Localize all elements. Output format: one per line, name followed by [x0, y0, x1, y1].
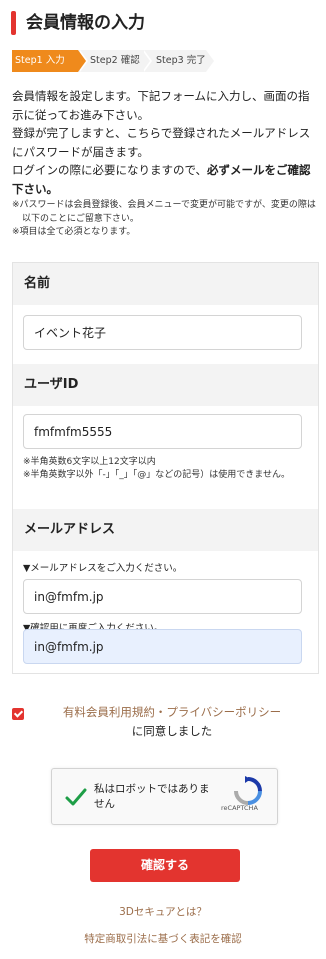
userid-hints: ※半角英数6文字以上12文字以内 ※半角英数字以外「-」「_」「@」などの記号）… — [23, 456, 308, 482]
notes: ※パスワードは会員登録後、会員メニューで変更が可能ですが、変更の際は以下のことに… — [12, 199, 318, 240]
agreement-row: 有料会員利用規約・プライバシーポリシー に同意しました — [12, 703, 316, 739]
recaptcha-label: 私はロボットではありません — [94, 783, 210, 810]
intro-text: 会員情報を設定します。下記フォームに入力し、画面の指示に従ってお進み下さい。 登… — [12, 87, 316, 198]
email-section-header: メールアドレス — [13, 509, 318, 551]
intro-line-3-prefix: ログインの際に必要になりますので、 — [12, 163, 208, 177]
3d-secure-link[interactable]: 3Dセキュアとは？ — [0, 904, 326, 919]
userid-section-header: ユーザID — [13, 364, 318, 406]
userid-input[interactable] — [23, 414, 302, 449]
agreement-checkbox[interactable] — [12, 708, 24, 720]
email-input[interactable] — [23, 579, 302, 614]
commercial-law-link[interactable]: 特定商取引法に基づく表記を確認 — [0, 931, 326, 946]
name-section-header: 名前 — [13, 263, 318, 305]
name-input[interactable] — [23, 315, 302, 350]
privacy-policy-link[interactable]: プライバシーポリシー — [166, 705, 281, 719]
email-instruction: ▼メールアドレスをご入力ください。 — [23, 563, 183, 574]
member-form: 名前 ユーザID ※半角英数6文字以上12文字以内 ※半角英数字以外「-」「_」… — [12, 262, 319, 674]
page-header: 会員情報の入力 — [0, 0, 326, 44]
agreement-suffix: に同意しました — [131, 724, 213, 738]
userid-hint-length: ※半角英数6文字以上12文字以内 — [23, 457, 156, 467]
title-accent-bar — [11, 11, 16, 35]
recaptcha-brand: reCAPTCHA — [221, 804, 258, 812]
step-1-input: Step1 入力 — [12, 50, 88, 72]
step-indicator: Step1 入力 Step2 確認 Step3 完了 — [12, 50, 216, 72]
intro-line-1: 会員情報を設定します。下記フォームに入力し、画面の指示に従ってお進み下さい。 — [12, 89, 310, 122]
agreement-text: 有料会員利用規約・プライバシーポリシー に同意しました — [28, 703, 316, 741]
agreement-separator: ・ — [154, 705, 167, 719]
page-title: 会員情報の入力 — [26, 13, 145, 33]
terms-link[interactable]: 有料会員利用規約 — [63, 705, 155, 719]
note-password: ※パスワードは会員登録後、会員メニューで変更が可能ですが、変更の際は以下のことに… — [12, 200, 316, 224]
intro-line-2: 登録が完了しますと、こちらで登録されたメールアドレスにパスワードが届きます。 — [12, 126, 311, 159]
recaptcha-widget[interactable]: 私はロボットではありません reCAPTCHA — [51, 768, 278, 825]
userid-hint-symbols: ※半角英数字以外「-」「_」「@」などの記号）は使用できません。 — [23, 470, 291, 480]
confirm-button[interactable]: 確認する — [90, 849, 240, 882]
note-required: ※項目は全て必須となります。 — [12, 227, 136, 237]
email-confirm-input[interactable] — [23, 629, 302, 664]
intro-line-3: ログインの際に必要になりますので、必ずメールをご確認下さい。 — [12, 161, 316, 198]
checkmark-icon[interactable] — [64, 785, 88, 809]
recaptcha-logo-icon — [234, 776, 262, 805]
